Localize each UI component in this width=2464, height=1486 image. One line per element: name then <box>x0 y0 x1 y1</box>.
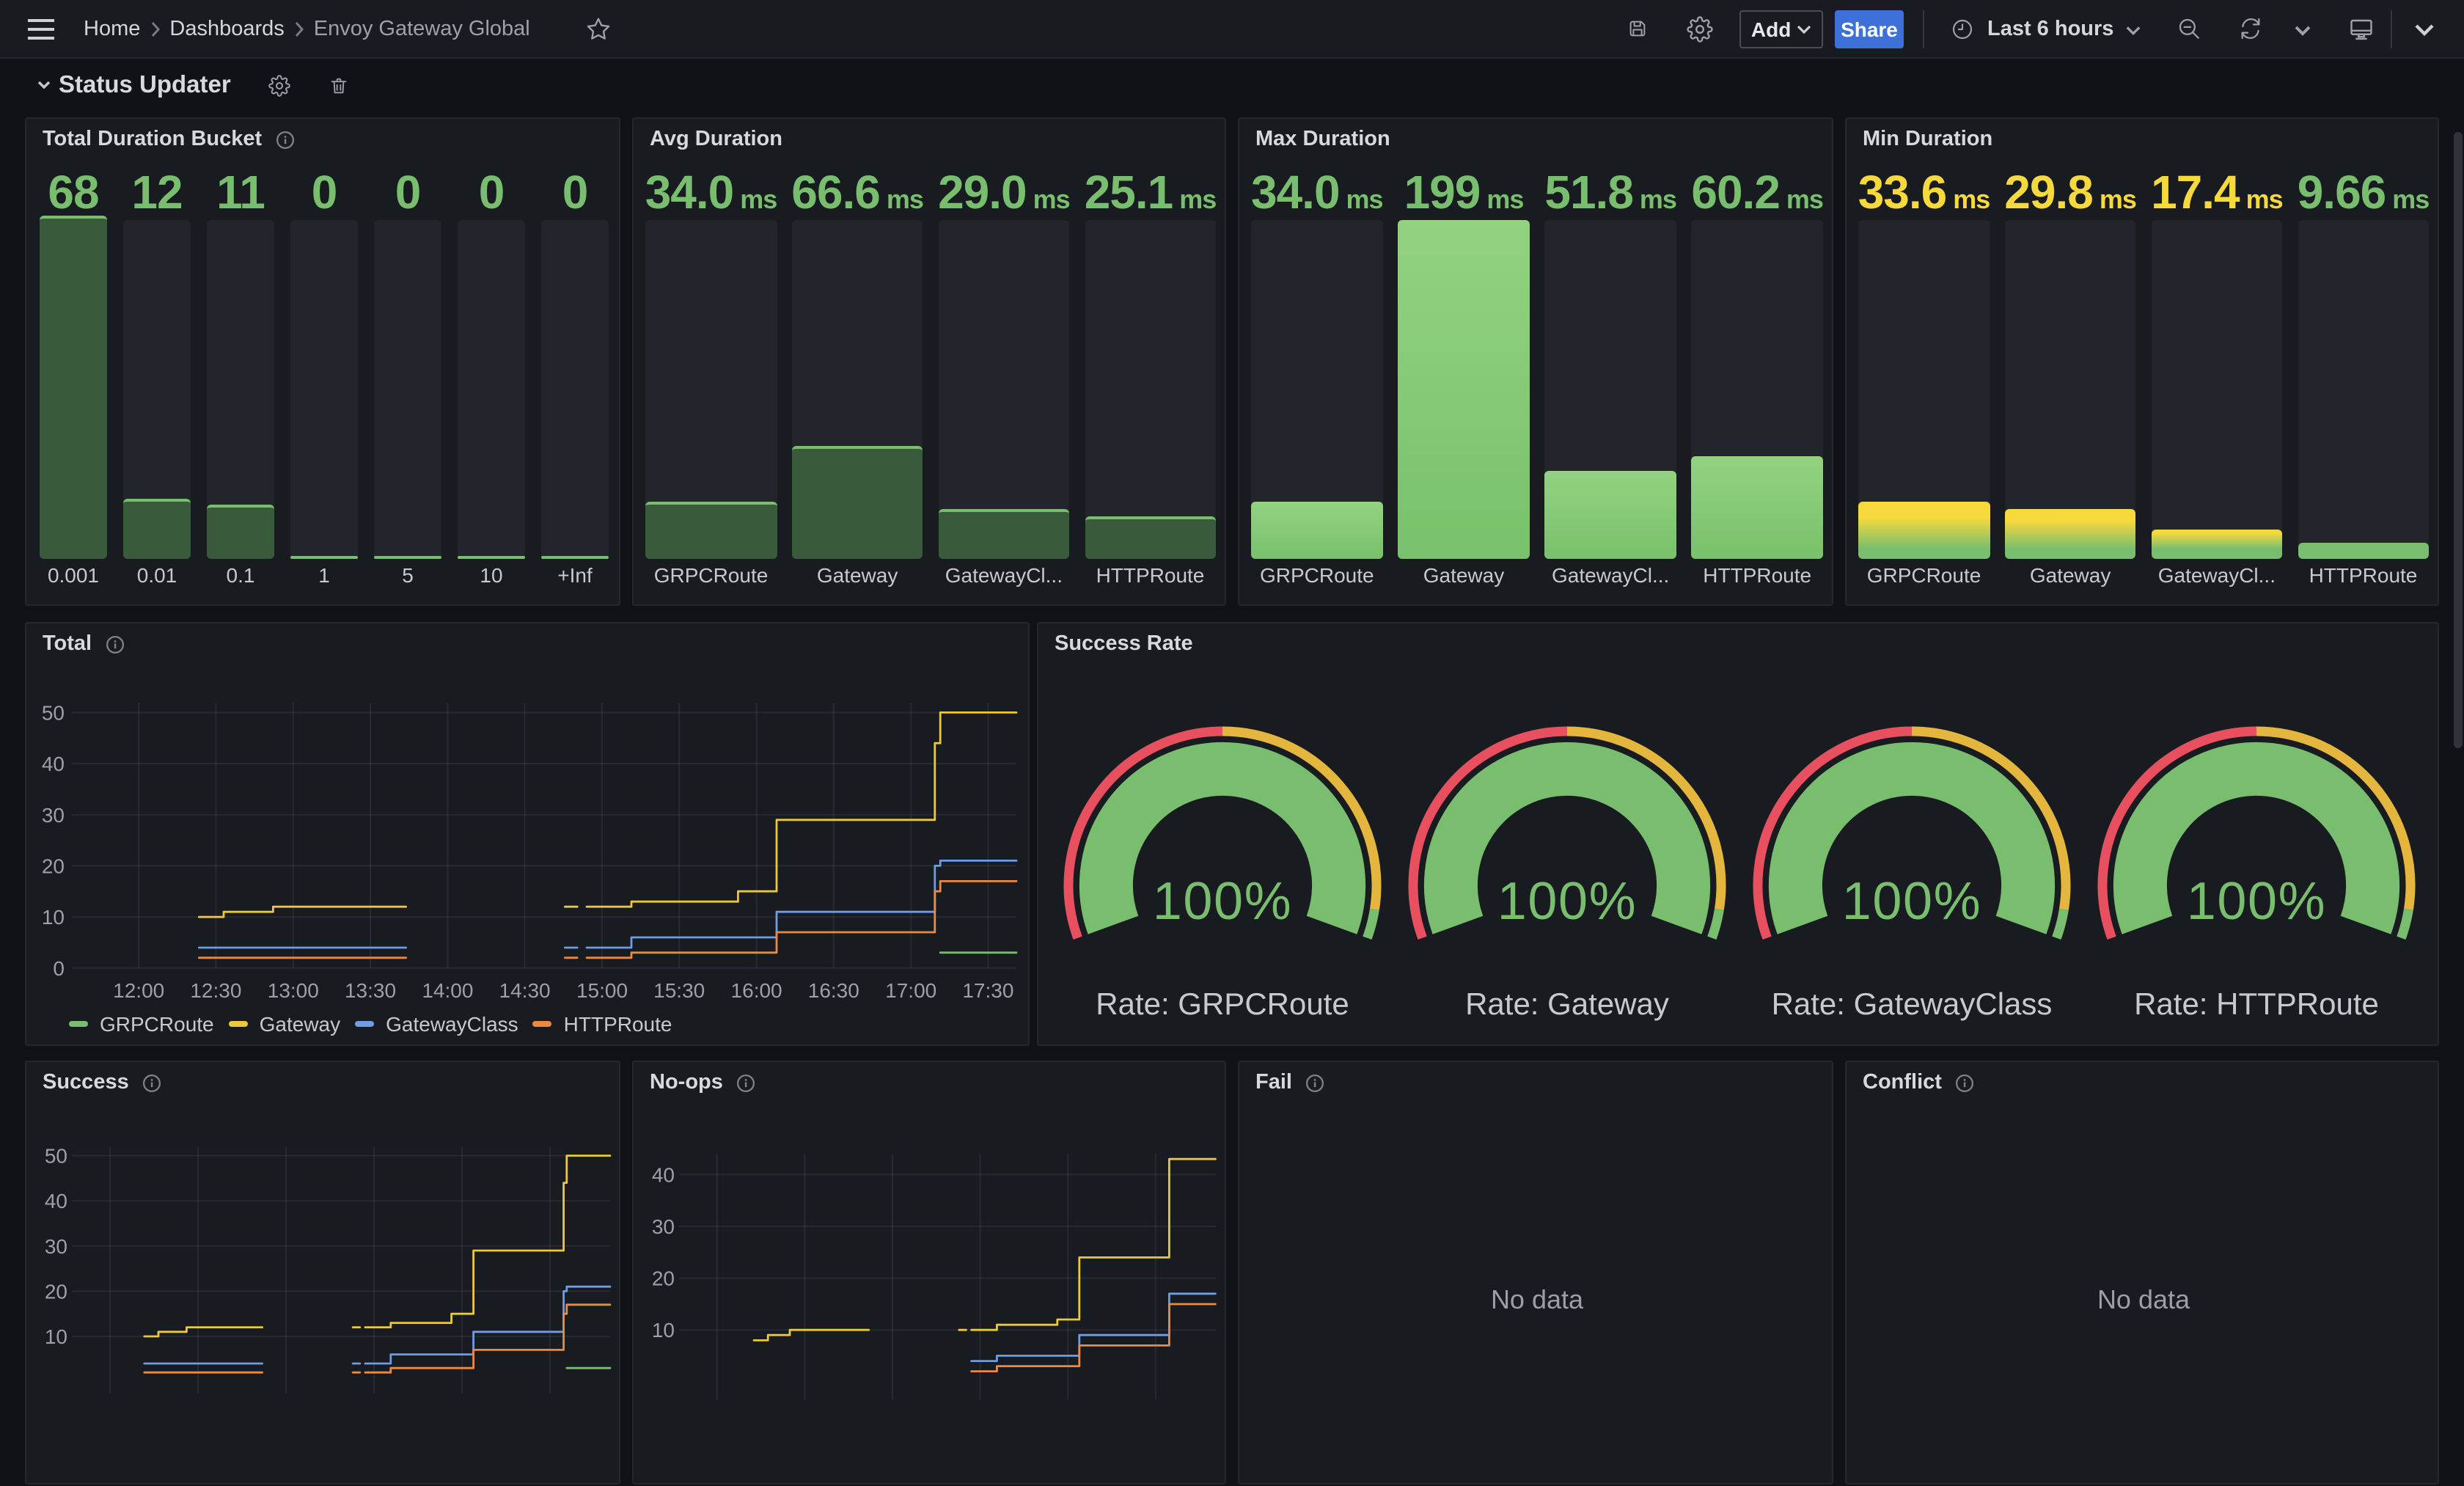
svg-text:100%: 100% <box>1842 872 1982 931</box>
svg-text:Rate: Gateway: Rate: Gateway <box>1465 987 1669 1021</box>
svg-text:16:30: 16:30 <box>808 979 859 1002</box>
svg-text:10: 10 <box>45 1325 67 1348</box>
svg-text:Rate: GatewayClass: Rate: GatewayClass <box>1772 987 2053 1021</box>
svg-text:16:00: 16:00 <box>731 979 782 1002</box>
svg-text:40: 40 <box>652 1163 675 1186</box>
svg-text:17:30: 17:30 <box>962 979 1013 1002</box>
svg-text:Rate: HTTPRoute: Rate: HTTPRoute <box>2134 987 2379 1021</box>
svg-text:40: 40 <box>42 753 65 775</box>
svg-text:10: 10 <box>652 1319 675 1342</box>
svg-text:20: 20 <box>45 1280 67 1303</box>
svg-text:10: 10 <box>42 906 65 929</box>
svg-text:0: 0 <box>53 957 65 980</box>
svg-text:50: 50 <box>42 701 65 724</box>
svg-text:13:30: 13:30 <box>345 979 396 1002</box>
svg-text:12:30: 12:30 <box>190 979 241 1002</box>
svg-text:12:00: 12:00 <box>113 979 164 1002</box>
svg-text:15:30: 15:30 <box>653 979 705 1002</box>
svg-text:50: 50 <box>45 1145 67 1168</box>
svg-text:20: 20 <box>652 1267 675 1290</box>
svg-text:20: 20 <box>42 854 65 877</box>
svg-text:14:30: 14:30 <box>499 979 551 1002</box>
svg-text:100%: 100% <box>1497 872 1638 931</box>
svg-text:100%: 100% <box>2187 872 2327 931</box>
svg-text:30: 30 <box>652 1215 675 1238</box>
svg-text:14:00: 14:00 <box>422 979 473 1002</box>
svg-text:13:00: 13:00 <box>268 979 319 1002</box>
svg-text:30: 30 <box>42 804 65 827</box>
svg-text:15:00: 15:00 <box>576 979 628 1002</box>
svg-text:100%: 100% <box>1153 872 1293 931</box>
svg-text:40: 40 <box>45 1190 67 1212</box>
svg-text:Rate: GRPCRoute: Rate: GRPCRoute <box>1096 987 1349 1021</box>
svg-text:30: 30 <box>45 1235 67 1258</box>
svg-text:17:00: 17:00 <box>885 979 936 1002</box>
